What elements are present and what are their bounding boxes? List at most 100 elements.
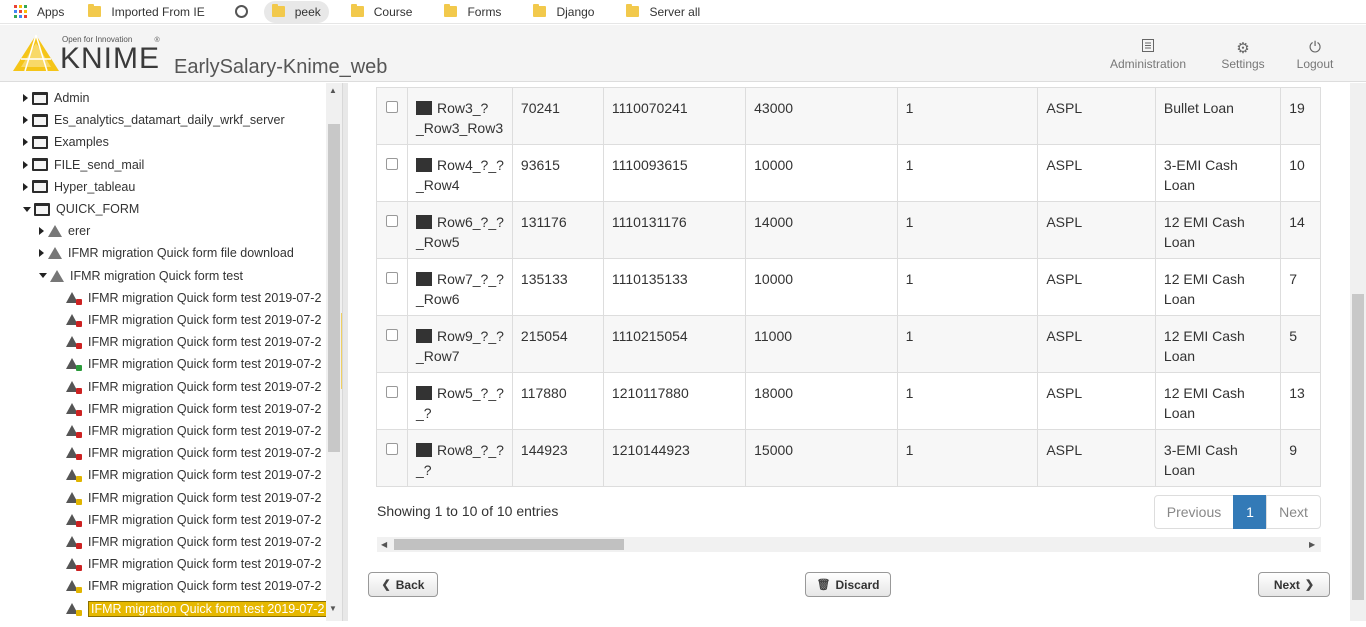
row-checkbox[interactable]	[386, 215, 398, 227]
bookmark-0[interactable]: Apps	[6, 1, 72, 23]
bookmark-2[interactable]	[227, 1, 260, 23]
tree-job[interactable]: IFMR migration Quick form test 2019-07-2	[66, 287, 321, 309]
page-1-button[interactable]: 1	[1233, 495, 1267, 529]
row-checkbox[interactable]	[386, 443, 398, 455]
repository-tree: Admin Es_analytics_datamart_daily_wrkf_se…	[0, 83, 342, 621]
row-select-cell	[376, 144, 408, 202]
administration-button[interactable]: Administration	[1103, 39, 1193, 71]
logout-button[interactable]: ⏻ Logout	[1290, 39, 1340, 71]
bookmark-6[interactable]: Django	[525, 1, 602, 23]
table-cell: ASPL	[1037, 258, 1156, 316]
tree-job[interactable]: IFMR migration Quick form test 2019-07-2	[66, 487, 321, 509]
row-select-cell	[376, 372, 408, 430]
tree-job[interactable]: IFMR migration Quick form test 2019-07-2	[66, 309, 321, 331]
row-checkbox[interactable]	[386, 272, 398, 284]
tree-job[interactable]: IFMR migration Quick form test 2019-07-2	[66, 509, 321, 531]
bookmark-1[interactable]: Imported From IE	[80, 1, 212, 23]
tree-job[interactable]: IFMR migration Quick form test 2019-07-2	[66, 442, 321, 464]
job-status-icon	[66, 402, 82, 416]
table-cell: 117880	[511, 372, 604, 430]
table-cell: 10	[1280, 144, 1321, 202]
tree-folder[interactable]: Es_analytics_datamart_daily_wrkf_server	[23, 109, 285, 131]
tree-folder[interactable]: FILE_send_mail	[23, 154, 144, 176]
expand-right-icon[interactable]	[23, 182, 28, 191]
previous-page-button[interactable]: Previous	[1154, 495, 1234, 529]
expand-down-icon[interactable]	[23, 206, 31, 212]
scroll-left-arrow-icon[interactable]: ◀	[381, 540, 387, 549]
table-row[interactable]: Row6_?_? _Row5 131176 1110131176 14000 1 ASPL…	[376, 201, 1321, 259]
tree-workflow[interactable]: IFMR migration Quick form test	[39, 265, 243, 287]
tree-scrollbar-thumb[interactable]	[328, 124, 340, 452]
tree-job[interactable]: IFMR migration Quick form test 2019-07-2	[66, 598, 328, 620]
tree-job-label: IFMR migration Quick form test 2019-07-2	[88, 535, 322, 549]
table-row[interactable]: Row4_?_? _Row4 93615 1110093615 10000 1 ASPL 3…	[376, 144, 1321, 202]
back-button[interactable]: ❮ Back	[368, 572, 438, 597]
main-scrollbar-thumb[interactable]	[1352, 294, 1364, 600]
tree-job[interactable]: IFMR migration Quick form test 2019-07-2	[66, 420, 321, 442]
table-cell: 13	[1280, 372, 1321, 430]
table-cell: ASPL	[1037, 201, 1156, 259]
table-row[interactable]: Row8_?_? _? 144923 1210144923 15000 1 ASPL 3-E…	[376, 429, 1321, 487]
data-table: Row3_? _Row3_Row3 70241 1110070241 43000 1 AS…	[376, 87, 1321, 487]
bookmark-label: peek	[294, 4, 321, 19]
scroll-right-arrow-icon[interactable]: ▶	[1309, 540, 1315, 549]
table-row[interactable]: Row9_?_? _Row7 215054 1110215054 11000 1 ASPL…	[376, 315, 1321, 373]
tree-job[interactable]: IFMR migration Quick form test 2019-07-2	[66, 531, 321, 553]
row-checkbox[interactable]	[386, 158, 398, 170]
expand-down-icon[interactable]	[39, 273, 47, 279]
row-checkbox[interactable]	[386, 329, 398, 341]
tree-job[interactable]: IFMR migration Quick form test 2019-07-2	[66, 553, 321, 575]
row-id-cell: Row9_?_? _Row7	[406, 315, 513, 373]
tree-folder[interactable]: QUICK_FORM	[23, 198, 139, 220]
tree-job[interactable]: IFMR migration Quick form test 2019-07-2	[66, 331, 321, 353]
table-row[interactable]: Row3_? _Row3_Row3 70241 1110070241 43000 1 AS…	[376, 87, 1321, 145]
bookmark-7[interactable]: Server all	[618, 1, 708, 23]
scroll-down-arrow-icon[interactable]: ▼	[329, 604, 337, 613]
tree-job[interactable]: IFMR migration Quick form test 2019-07-2	[66, 575, 321, 597]
job-status-icon	[66, 535, 82, 549]
tree-job-label: IFMR migration Quick form test 2019-07-2	[88, 512, 322, 527]
tree-folder[interactable]: Examples	[23, 131, 109, 153]
row-checkbox[interactable]	[386, 386, 398, 398]
tree-job-label: IFMR migration Quick form test 2019-07-2	[88, 490, 322, 505]
bookmark-label: Imported From IE	[111, 4, 205, 19]
row-id-cell: Row5_?_? _?	[406, 372, 513, 430]
bookmark-5[interactable]: Forms	[436, 1, 509, 23]
row-color-swatch	[415, 329, 432, 343]
discard-button[interactable]: 🗑 Discard	[805, 572, 891, 597]
row-color-swatch	[415, 215, 432, 229]
workflow-icon	[48, 225, 62, 238]
horizontal-scrollbar-thumb[interactable]	[394, 539, 624, 550]
expand-right-icon[interactable]	[39, 249, 44, 258]
row-checkbox[interactable]	[386, 101, 398, 113]
expand-right-icon[interactable]	[23, 138, 28, 147]
tree-folder[interactable]: Hyper_tableau	[23, 176, 135, 198]
tree-job-label: IFMR migration Quick form test 2019-07-2	[88, 357, 322, 372]
table-row[interactable]: Row7_?_? _Row6 135133 1110135133 10000 1 ASPL…	[376, 258, 1321, 316]
bookmark-4[interactable]: Course	[343, 1, 421, 23]
folder-icon	[32, 91, 48, 105]
tree-job[interactable]: IFMR migration Quick form test 2019-07-2	[66, 353, 321, 375]
expand-right-icon[interactable]	[39, 227, 44, 236]
tree-folder-label: Examples	[54, 135, 109, 150]
tree-folder[interactable]: Admin	[23, 87, 89, 109]
settings-button[interactable]: ⚙ Settings	[1213, 39, 1273, 71]
bookmark-3[interactable]: peek	[263, 0, 329, 23]
row-select-cell	[376, 258, 408, 316]
tree-job[interactable]: IFMR migration Quick form test 2019-07-2	[66, 376, 321, 398]
table-cell: ASPL	[1037, 144, 1156, 202]
scroll-up-arrow-icon[interactable]: ▲	[329, 86, 337, 95]
tree-workflow[interactable]: erer	[39, 220, 90, 242]
expand-right-icon[interactable]	[23, 94, 28, 102]
expand-right-icon[interactable]	[23, 116, 28, 125]
table-cell: 1210117880	[602, 372, 747, 430]
tree-job[interactable]: IFMR migration Quick form test 2019-07-2	[66, 464, 321, 486]
expand-right-icon[interactable]	[23, 160, 28, 169]
tree-job[interactable]: IFMR migration Quick form test 2019-07-2	[66, 398, 321, 420]
table-row[interactable]: Row5_?_? _? 117880 1210117880 18000 1 ASPL 12 …	[376, 372, 1321, 430]
table-cell: 1	[896, 258, 1039, 316]
next-page-button[interactable]: Next	[1266, 495, 1321, 529]
tree-workflow-label: IFMR migration Quick form test	[70, 268, 243, 283]
tree-workflow[interactable]: IFMR migration Quick form file download	[39, 242, 294, 264]
next-button[interactable]: Next ❯	[1258, 572, 1330, 597]
